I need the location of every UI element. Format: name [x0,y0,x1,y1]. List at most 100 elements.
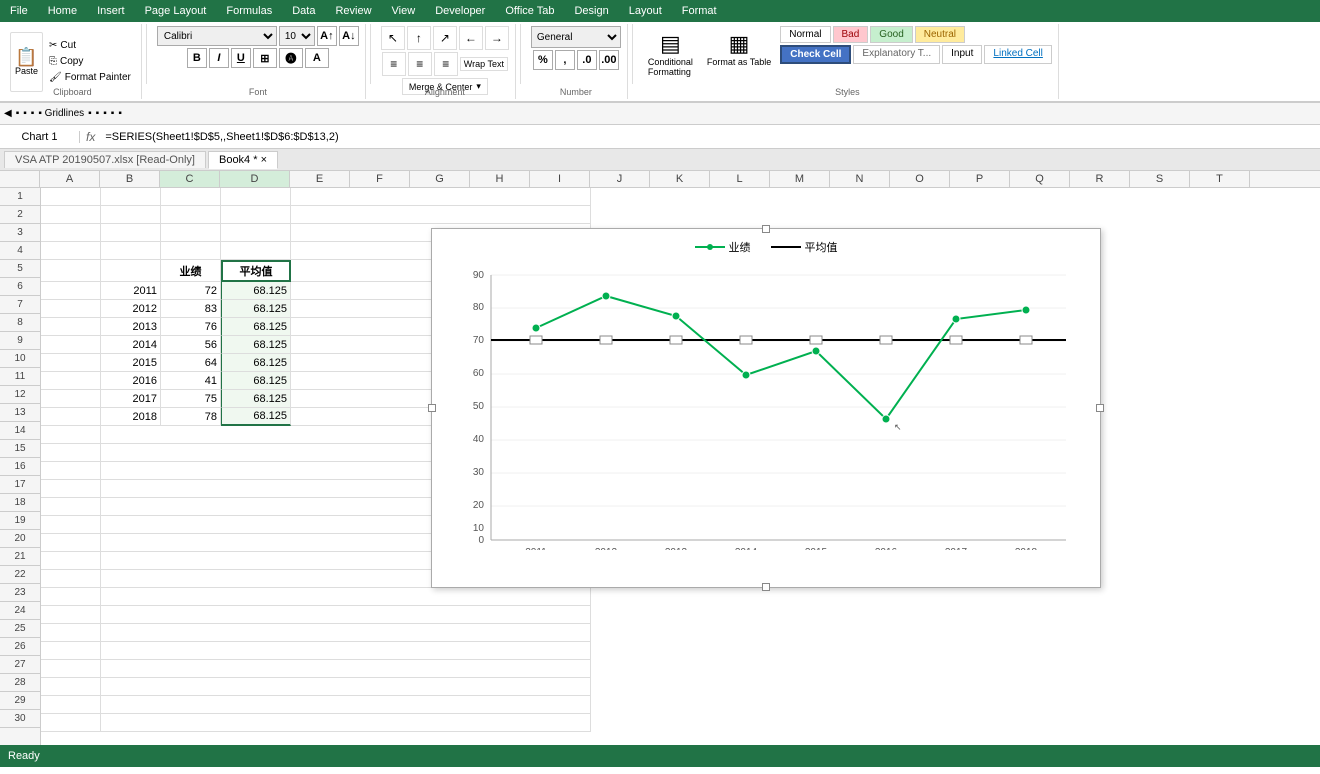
decimal-increase[interactable]: .0 [577,50,597,70]
cell-b5[interactable] [101,260,161,282]
cell-rest-23[interactable] [101,588,591,606]
cell-rest-27[interactable] [101,660,591,678]
col-f[interactable]: F [350,171,410,187]
cell-a26[interactable] [41,642,101,660]
cell-a10[interactable] [41,354,101,372]
row-24[interactable]: 24 [0,602,40,620]
row-22[interactable]: 22 [0,566,40,584]
linked-cell-style[interactable]: Linked Cell [984,45,1051,64]
quick-btn-6[interactable]: ▪ [96,108,100,119]
quick-btn-7[interactable]: ▪ [103,108,107,119]
italic-button[interactable]: I [209,48,229,68]
comma-button[interactable]: , [555,50,575,70]
col-r[interactable]: R [1070,171,1130,187]
col-p[interactable]: P [950,171,1010,187]
cell-a17[interactable] [41,480,101,498]
menu-view[interactable]: View [382,5,426,17]
cell-d8[interactable]: 68.125 [221,318,291,336]
menu-review[interactable]: Review [325,5,381,17]
cell-a25[interactable] [41,624,101,642]
menu-file[interactable]: File [0,5,38,17]
row-10[interactable]: 10 [0,350,40,368]
col-l[interactable]: L [710,171,770,187]
cell-b13[interactable]: 2018 [101,408,161,426]
menu-developer[interactable]: Developer [425,5,495,17]
paste-button[interactable]: 📋 Paste [10,32,43,92]
cell-a28[interactable] [41,678,101,696]
copy-button[interactable]: ⎘ Copy [45,54,135,69]
cell-a16[interactable] [41,462,101,480]
cell-c9[interactable]: 56 [161,336,221,354]
indent-decrease[interactable]: ← [459,26,483,50]
row-8[interactable]: 8 [0,314,40,332]
tab-book4[interactable]: Book4 * × [208,151,278,169]
percent-button[interactable]: % [533,50,553,70]
cell-e2-rest[interactable] [291,206,591,224]
conditional-formatting-button[interactable]: ▤ ConditionalFormatting [643,26,698,82]
cell-c10[interactable]: 64 [161,354,221,372]
cell-a19[interactable] [41,516,101,534]
cell-c13[interactable]: 78 [161,408,221,426]
row-11[interactable]: 11 [0,368,40,386]
formula-input[interactable] [101,131,1320,143]
cell-rest-24[interactable] [101,606,591,624]
input-style[interactable]: Input [942,45,982,64]
cell-e1-rest[interactable] [291,188,591,206]
cell-d1[interactable] [221,188,291,206]
col-i[interactable]: I [530,171,590,187]
chart-handle-right[interactable] [1096,404,1104,412]
menu-data[interactable]: Data [282,5,325,17]
font-size-decrease[interactable]: A↓ [339,26,359,46]
cell-d3[interactable] [221,224,291,242]
cell-c1[interactable] [161,188,221,206]
cell-a29[interactable] [41,696,101,714]
menu-format[interactable]: Format [672,5,727,17]
cell-c11[interactable]: 41 [161,372,221,390]
row-21[interactable]: 21 [0,548,40,566]
col-h[interactable]: H [470,171,530,187]
cell-a23[interactable] [41,588,101,606]
row-30[interactable]: 30 [0,710,40,728]
menu-home[interactable]: Home [38,5,87,17]
neutral-style[interactable]: Neutral [915,26,965,43]
tab-vsa-atp[interactable]: VSA ATP 20190507.xlsx [Read-Only] [4,151,206,168]
cell-a20[interactable] [41,534,101,552]
row-2[interactable]: 2 [0,206,40,224]
cell-a22[interactable] [41,570,101,588]
quick-btn-3[interactable]: ▪ [23,108,27,119]
cell-a9[interactable] [41,336,101,354]
cell-rest-25[interactable] [101,624,591,642]
col-d[interactable]: D [220,171,290,187]
row-6[interactable]: 6 [0,278,40,296]
gridlines-btn[interactable]: ▪ Gridlines [38,108,84,119]
align-top-right[interactable]: ↗ [433,26,457,50]
cut-button[interactable]: ✂ Cut [45,38,135,53]
cell-b1[interactable] [101,188,161,206]
row-28[interactable]: 28 [0,674,40,692]
cell-a2[interactable] [41,206,101,224]
bad-style[interactable]: Bad [833,26,869,43]
cell-c6[interactable]: 72 [161,282,221,300]
quick-btn-1[interactable]: ◀ [4,108,12,119]
cell-rest-26[interactable] [101,642,591,660]
cell-b8[interactable]: 2013 [101,318,161,336]
row-20[interactable]: 20 [0,530,40,548]
normal-style[interactable]: Normal [780,26,830,43]
cell-b3[interactable] [101,224,161,242]
col-c[interactable]: C [160,171,220,187]
col-k[interactable]: K [650,171,710,187]
chart-handle-bottom[interactable] [762,583,770,591]
cell-c12[interactable]: 75 [161,390,221,408]
cell-d5-header[interactable]: 平均值 [221,260,291,282]
cell-d11[interactable]: 68.125 [221,372,291,390]
col-n[interactable]: N [830,171,890,187]
row-17[interactable]: 17 [0,476,40,494]
menu-layout[interactable]: Layout [619,5,672,17]
menu-design[interactable]: Design [564,5,618,17]
cell-a7[interactable] [41,300,101,318]
cell-a8[interactable] [41,318,101,336]
fill-color-button[interactable]: 🅐 [279,48,303,68]
cell-a3[interactable] [41,224,101,242]
cell-c3[interactable] [161,224,221,242]
chart-handle-left[interactable] [428,404,436,412]
